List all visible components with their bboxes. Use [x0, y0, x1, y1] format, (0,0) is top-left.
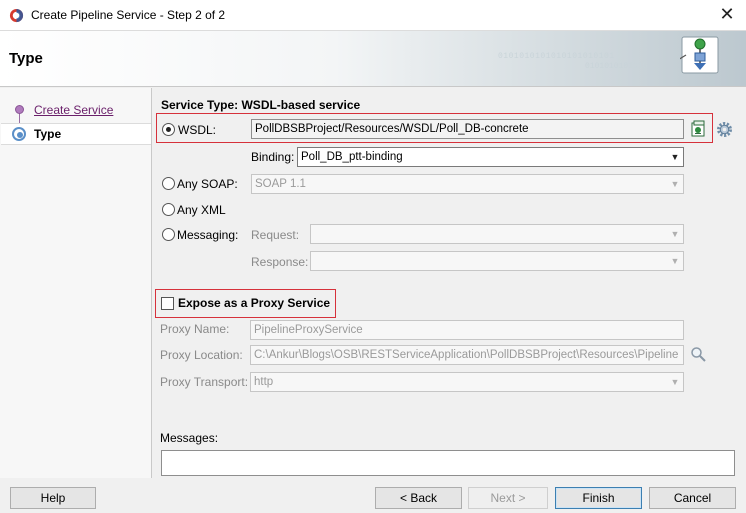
page-header — [0, 31, 746, 87]
response-label: Response: — [251, 255, 309, 269]
cancel-button[interactable]: Cancel — [649, 487, 736, 509]
proxy-transport-label: Proxy Transport: — [160, 375, 249, 389]
nav-item-create-service[interactable]: Create Service — [34, 103, 113, 117]
binding-select[interactable]: Poll_DB_ptt-binding — [297, 147, 684, 167]
messages-label: Messages: — [160, 431, 219, 445]
chevron-down-icon[interactable]: ▼ — [668, 225, 682, 243]
expose-proxy-checkbox[interactable] — [161, 297, 174, 310]
window-title: Create Pipeline Service - Step 2 of 2 — [31, 8, 226, 22]
wsdl-browse-icon[interactable] — [690, 120, 707, 137]
any-xml-label: Any XML — [177, 203, 226, 217]
wsdl-label: WSDL: — [178, 123, 217, 137]
pipeline-wizard-icon — [680, 36, 719, 74]
any-soap-radio[interactable] — [162, 177, 175, 190]
chevron-down-icon[interactable]: ▼ — [668, 148, 682, 166]
magnifier-icon[interactable] — [690, 346, 707, 363]
any-xml-radio[interactable] — [162, 203, 175, 216]
proxy-location-field[interactable]: C:\Ankur\Blogs\OSB\RESTServiceApplicatio… — [250, 345, 684, 365]
messages-area[interactable] — [161, 450, 735, 476]
proxy-name-field[interactable]: PipelineProxyService — [250, 320, 684, 340]
request-select[interactable] — [310, 224, 684, 244]
back-button[interactable]: < Back — [375, 487, 462, 509]
response-select[interactable] — [310, 251, 684, 271]
header-decoration: 0101010101010101010101 — [498, 52, 615, 61]
wsdl-radio-dot — [166, 127, 171, 132]
gear-icon[interactable] — [716, 121, 733, 138]
messaging-radio[interactable] — [162, 228, 175, 241]
binding-label: Binding: — [251, 150, 295, 164]
close-button[interactable]: ✕ — [716, 4, 738, 26]
proxy-transport-select[interactable]: http — [250, 372, 684, 392]
finish-button[interactable]: Finish — [555, 487, 642, 509]
step-visited-icon — [15, 105, 24, 114]
page-title: Type — [9, 50, 43, 67]
nav-item-type[interactable]: Type — [34, 127, 61, 141]
oracle-logo-icon — [9, 8, 24, 23]
next-button[interactable]: Next > — [468, 487, 548, 509]
step-current-dot — [17, 132, 23, 138]
service-type-heading: Service Type: WSDL-based service — [161, 98, 361, 112]
any-soap-select[interactable]: SOAP 1.1 — [251, 174, 684, 194]
header-decoration-2: 0101010101010 — [585, 62, 648, 71]
proxy-location-label: Proxy Location: — [160, 348, 243, 362]
proxy-name-label: Proxy Name: — [160, 322, 230, 336]
wizard-nav — [0, 88, 152, 478]
wsdl-field[interactable]: PollDBSBProject/Resources/WSDL/Poll_DB-c… — [251, 119, 684, 139]
any-soap-label: Any SOAP: — [177, 177, 238, 191]
chevron-down-icon[interactable]: ▼ — [668, 252, 682, 270]
messaging-label: Messaging: — [177, 228, 239, 242]
help-button[interactable]: Help — [10, 487, 96, 509]
chevron-down-icon[interactable]: ▼ — [668, 373, 682, 391]
request-label: Request: — [251, 228, 300, 242]
chevron-down-icon[interactable]: ▼ — [668, 175, 682, 193]
expose-proxy-label: Expose as a Proxy Service — [178, 296, 331, 310]
